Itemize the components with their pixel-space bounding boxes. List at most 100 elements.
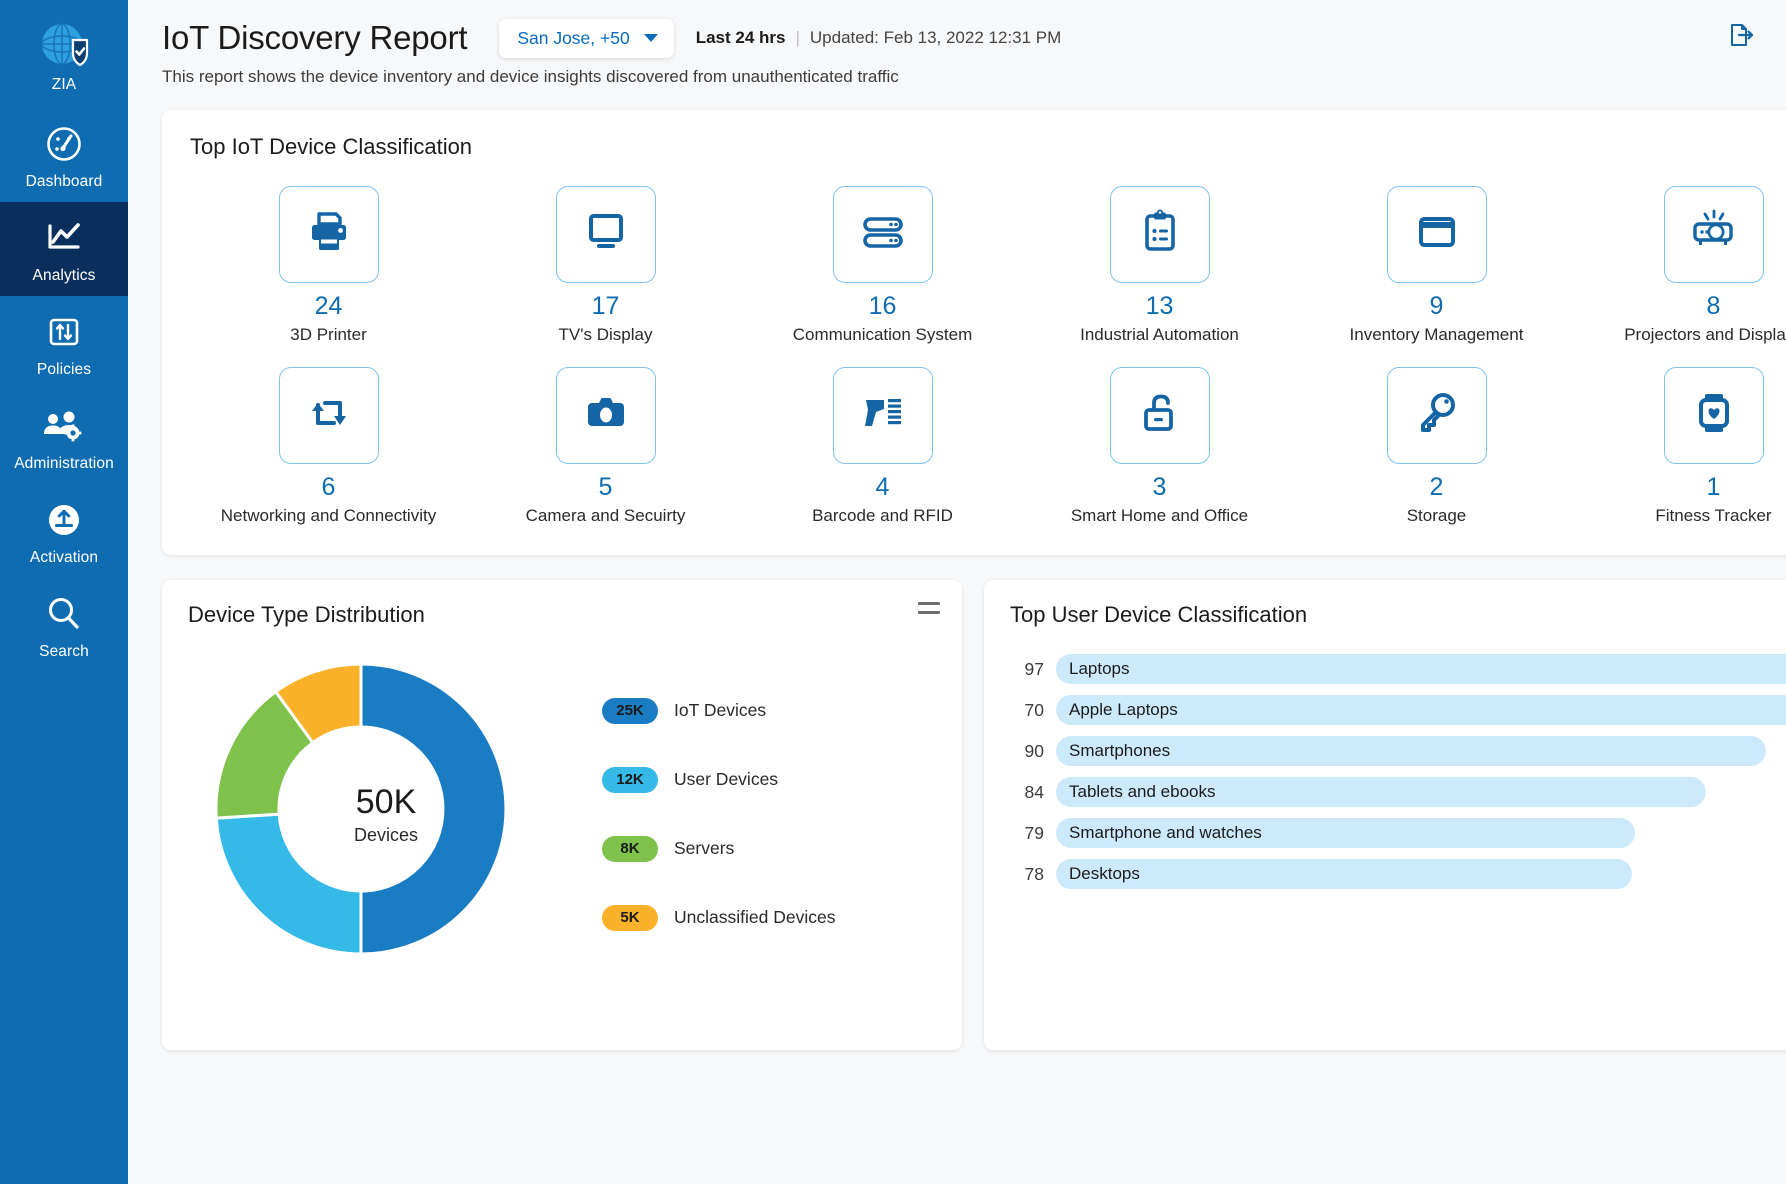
user-device-bar-track: Apple Laptops	[1056, 695, 1786, 725]
sidebar-item-label: Analytics	[33, 267, 96, 285]
user-device-bar-value: 70	[1010, 700, 1044, 721]
iot-device-item[interactable]: 16 Communication System	[744, 186, 1021, 345]
monitor-icon	[580, 206, 632, 263]
donut-legend: 25KIoT Devices 12KUser Devices 8K Servers 5K…	[602, 698, 835, 931]
iot-device-item[interactable]: 17 TV's Display	[467, 186, 744, 345]
iot-device-tile	[1387, 367, 1487, 464]
chevron-down-icon	[644, 34, 658, 42]
page-subtitle: This report shows the device inventory a…	[162, 67, 1752, 87]
iot-device-label: Barcode and RFID	[812, 506, 953, 526]
iot-device-count: 6	[322, 473, 336, 502]
donut-legend-label: Servers	[674, 838, 734, 859]
donut-legend-item[interactable]: 8K Servers	[602, 836, 835, 862]
sidebar-item-dashboard[interactable]: Dashboard	[0, 108, 128, 202]
sidebar-item-search[interactable]: Search	[0, 578, 128, 672]
drag-handle-icon[interactable]	[918, 602, 940, 614]
server-rack-icon	[857, 206, 909, 263]
sidebar-item-analytics[interactable]: Analytics	[0, 202, 128, 296]
device-type-distribution-card: Device Type Distribution 50K Devices 25K…	[162, 580, 962, 1050]
user-device-bar-fill: Smartphones	[1056, 736, 1766, 766]
sidebar-item-administration[interactable]: Administration	[0, 390, 128, 484]
sidebar-item-label: Activation	[30, 549, 98, 567]
time-range-label: Last 24 hrs	[696, 28, 786, 48]
iot-device-item[interactable]: 6 Networking and Connectivity	[190, 367, 467, 526]
iot-device-tile	[1664, 367, 1764, 464]
iot-device-item[interactable]: 24 3D Printer	[190, 186, 467, 345]
iot-device-item[interactable]: 5 Camera and Secuirty	[467, 367, 744, 526]
user-device-bar-row[interactable]: 70 Apple Laptops	[1010, 695, 1786, 725]
user-device-bar-label: Desktops	[1069, 864, 1140, 884]
sidebar-item-label: Administration	[14, 455, 114, 473]
users-gear-icon	[41, 403, 87, 449]
iot-device-tile	[833, 186, 933, 283]
iot-device-item[interactable]: 4 Barcode and RFID	[744, 367, 1021, 526]
projector-icon	[1688, 206, 1740, 263]
user-device-bar-row[interactable]: 97Laptops	[1010, 654, 1786, 684]
gauge-icon	[44, 121, 84, 167]
arrows-box-icon	[44, 309, 84, 355]
iot-device-classification-card: Top IoT Device Classification	[162, 110, 1786, 555]
top-user-device-classification-card: Top User Device Classification 97Laptops…	[984, 580, 1786, 1050]
user-device-bar-row[interactable]: 78Desktops	[1010, 859, 1786, 889]
user-device-bar-fill: Desktops	[1056, 859, 1632, 889]
donut-legend-item[interactable]: 25KIoT Devices	[602, 698, 835, 724]
iot-device-item[interactable]: 8 Projectors and Displays	[1575, 186, 1786, 345]
export-button[interactable]	[1728, 22, 1754, 48]
iot-device-tile	[1110, 367, 1210, 464]
donut-legend-value: 8K	[602, 836, 658, 862]
iot-device-item[interactable]: 13 Industrial Automation	[1021, 186, 1298, 345]
user-device-bar-row[interactable]: 90Smartphones	[1010, 736, 1786, 766]
donut-legend-value: 5K	[602, 905, 658, 931]
user-device-bar-label: Apple Laptops	[1069, 700, 1178, 720]
donut-slice[interactable]	[216, 814, 361, 954]
page-header: IoT Discovery Report San Jose, +50 Last …	[128, 0, 1786, 87]
donut-legend-item[interactable]: 12KUser Devices	[602, 767, 835, 793]
user-device-bar-row[interactable]: 79Smartphone and watches	[1010, 818, 1786, 848]
iot-device-count: 17	[592, 292, 620, 321]
globe-shield-icon	[37, 24, 91, 70]
iot-device-label: TV's Display	[559, 325, 653, 345]
sidebar-item-activation[interactable]: Activation	[0, 484, 128, 578]
card-title: Top IoT Device Classification	[190, 134, 1786, 160]
export-document-icon	[1728, 35, 1754, 52]
donut-legend-value: 25K	[602, 698, 658, 724]
donut-legend-item[interactable]: 5K Unclassified Devices	[602, 905, 835, 931]
smartwatch-heart-icon	[1688, 387, 1740, 444]
iot-device-label: Communication System	[793, 325, 973, 345]
iot-device-item[interactable]: 9 Inventory Management	[1298, 186, 1575, 345]
iot-device-label: 3D Printer	[290, 325, 367, 345]
report-meta: Last 24 hrs | Updated: Feb 13, 2022 12:3…	[696, 28, 1062, 48]
iot-device-count: 4	[876, 473, 890, 502]
iot-device-tile	[1664, 186, 1764, 283]
sidebar-item-policies[interactable]: Policies	[0, 296, 128, 390]
app-root: ZIA Dashboard	[0, 0, 1786, 1184]
iot-device-item[interactable]: 3 Smart Home and Office	[1021, 367, 1298, 526]
user-device-bar-row[interactable]: 84 Tablets and ebooks	[1010, 777, 1786, 807]
magnifier-icon	[43, 591, 85, 637]
iot-device-tile	[1110, 186, 1210, 283]
key-icon	[1411, 387, 1463, 444]
iot-device-label: Networking and Connectivity	[221, 506, 436, 526]
iot-device-item[interactable]: 2 Storage	[1298, 367, 1575, 526]
donut-legend-value: 12K	[602, 767, 658, 793]
sidebar-item-label: Search	[39, 643, 89, 661]
donut-legend-label: Unclassified Devices	[674, 907, 835, 928]
user-device-bar-fill: Tablets and ebooks	[1056, 777, 1706, 807]
donut-slice[interactable]	[361, 664, 506, 954]
region-dropdown[interactable]: San Jose, +50	[499, 19, 673, 58]
user-device-bar-track: Tablets and ebooks	[1056, 777, 1786, 807]
iot-device-grid: 24 3D Printer 17 TV's Display	[190, 186, 1786, 526]
user-device-bar-value: 79	[1010, 823, 1044, 844]
main-content: IoT Discovery Report San Jose, +50 Last …	[128, 0, 1786, 1184]
user-device-bar-list: 97Laptops 70 Apple Laptops 90Smartphones 84 T…	[1010, 654, 1786, 889]
barcode-scanner-icon	[857, 387, 909, 444]
sidebar-item-zia[interactable]: ZIA	[0, 10, 128, 108]
clipboard-checklist-icon	[1134, 206, 1186, 263]
meta-separator: |	[795, 28, 799, 48]
donut-chart-area: 50K Devices 25KIoT Devices12KUser Device…	[188, 654, 936, 974]
iot-device-count: 2	[1430, 473, 1444, 502]
camera-icon	[580, 387, 632, 444]
iot-device-item[interactable]: 1 Fitness Tracker	[1575, 367, 1786, 526]
user-device-bar-value: 84	[1010, 782, 1044, 803]
user-device-bar-track: Desktops	[1056, 859, 1786, 889]
